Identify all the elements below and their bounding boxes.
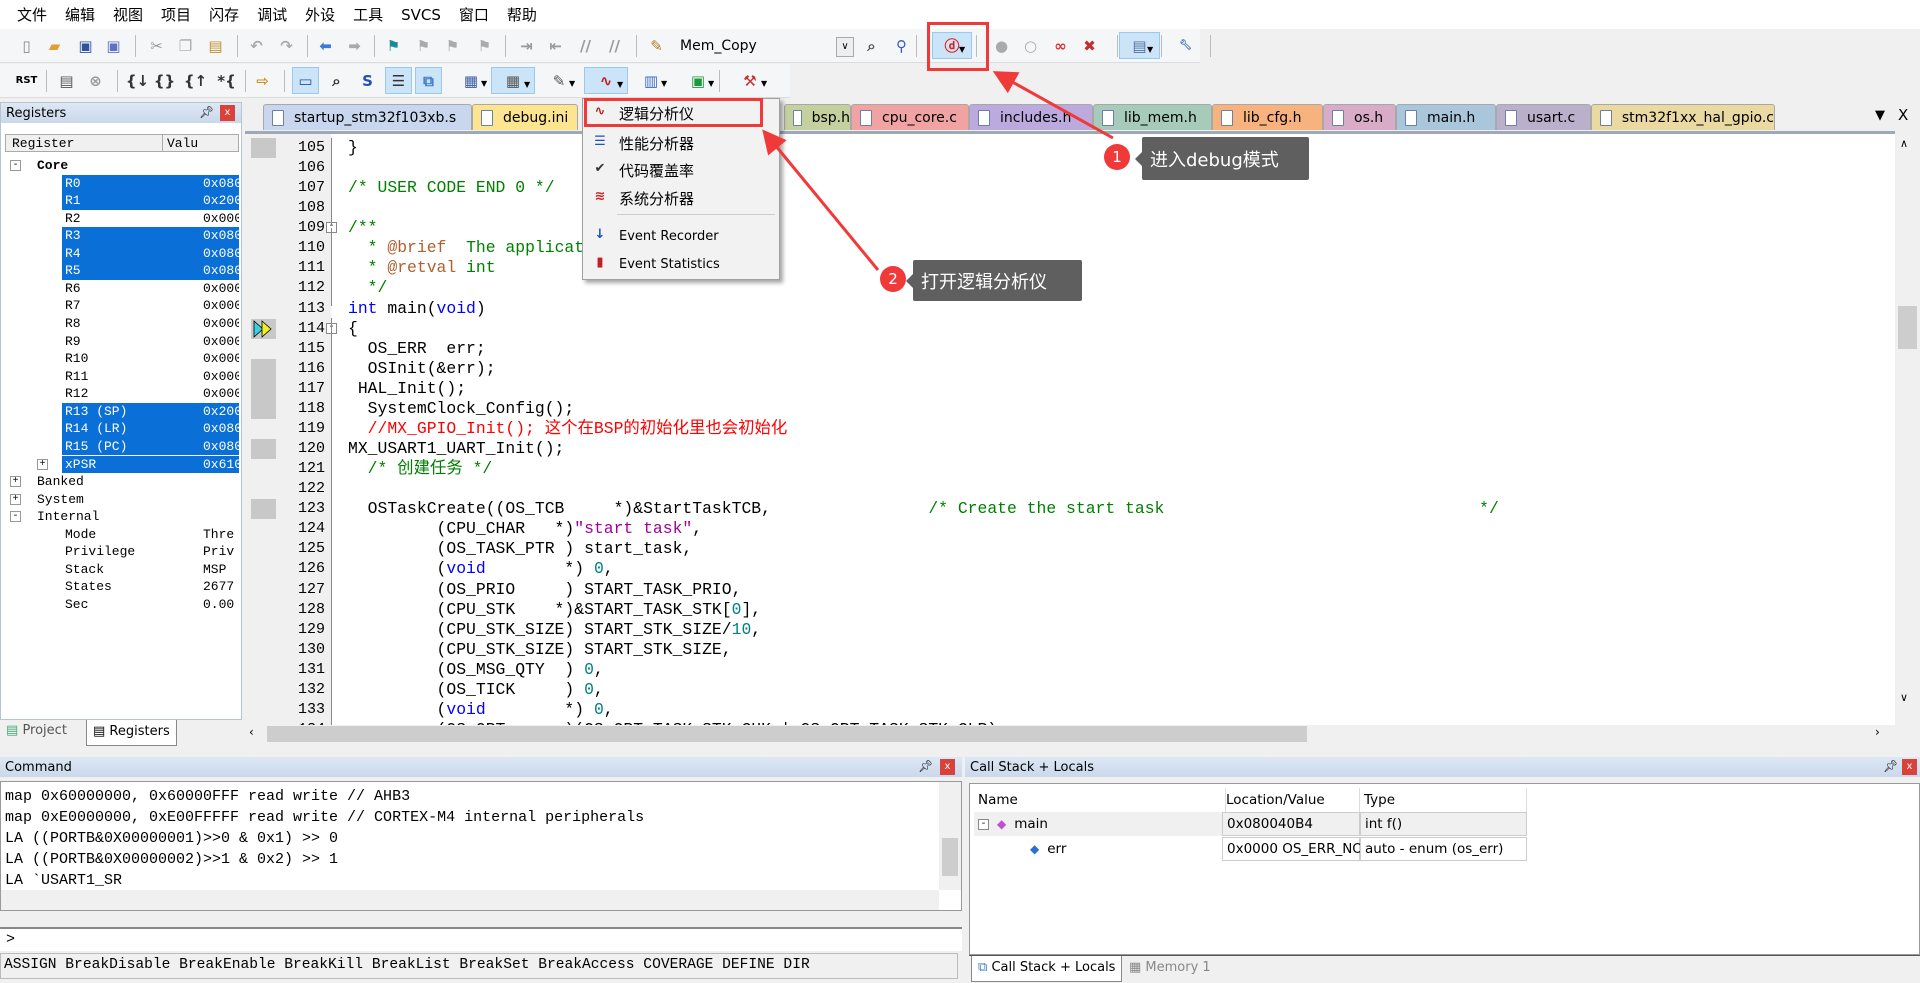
annotation-callout-1: 进入debug模式	[1135, 137, 1309, 180]
annotation-arrows	[762, 71, 1114, 271]
annotation-badge-1: 1	[1104, 144, 1130, 170]
arrow-1	[992, 71, 1114, 140]
arrow-2	[762, 129, 880, 271]
annotation-badge-2: 2	[880, 266, 906, 292]
annotation-callout-2: 打开逻辑分析仪	[906, 260, 1082, 301]
